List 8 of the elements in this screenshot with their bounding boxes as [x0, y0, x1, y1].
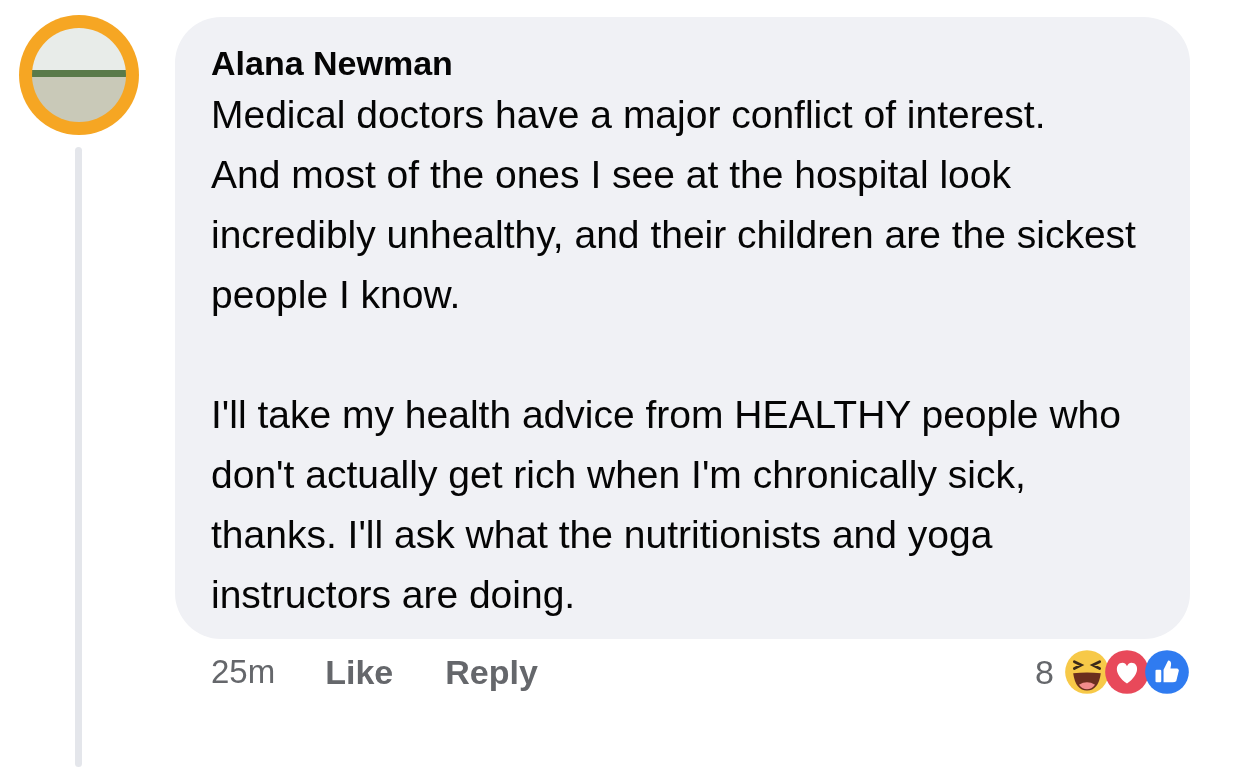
reaction-count[interactable]: 8	[1035, 652, 1054, 692]
thumbs-up-icon	[1144, 649, 1190, 695]
action-link[interactable]: Reply	[445, 652, 538, 692]
author-name[interactable]: Alana Newman	[211, 41, 1160, 85]
timestamp[interactable]: 25m	[211, 653, 276, 691]
laughing-emoji-icon	[1064, 649, 1110, 695]
comment-text: Medical doctors have a major conflict of interest. And most of the ones I see at the hospital look incredibly unhealthy, and their children are the sickest people I know. I'll take my health advice from HEALTHY people who don't actually get rich when I'm chronically sick, thanks. I'll ask what the nutritionists and yoga instructors are doing.	[211, 92, 1137, 618]
action-link[interactable]: Like	[325, 652, 394, 692]
